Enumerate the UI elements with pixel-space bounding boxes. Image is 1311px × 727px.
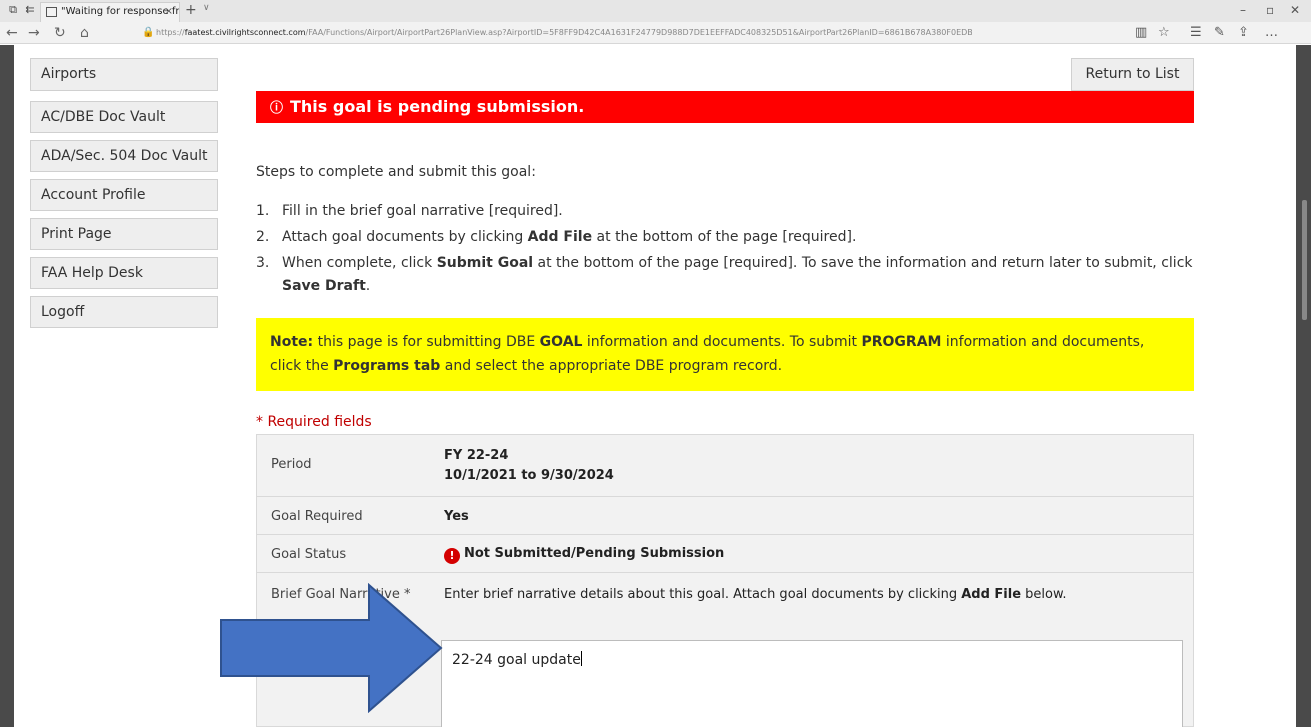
steps-list: 1. Fill in the brief goal narrative [req… [256,200,1196,301]
browser-tab-bar: ⧉ ⇇ "Waiting for response fr × + ∨ – ▫ ✕ [0,0,1311,22]
home-icon[interactable]: ⌂ [80,24,89,42]
goal-required-value: Yes [444,509,469,524]
narrative-help: Enter brief narrative details about this… [444,587,1067,602]
goal-required-row: Goal Required Yes [257,497,1193,535]
text-caret [580,651,582,666]
pointer-arrow-annotation [220,583,443,713]
sidebar-item-label: Print Page [41,226,112,242]
page-frame-left [0,45,14,727]
steps-intro: Steps to complete and submit this goal: [256,164,536,180]
goal-required-label: Goal Required [271,509,363,524]
note-emphasis: PROGRAM [861,334,942,350]
step-emphasis: Submit Goal [436,255,534,271]
forward-icon[interactable]: → [28,24,40,42]
new-tab-icon[interactable]: + [185,2,197,18]
step-text: . [365,278,371,294]
note-emphasis: Programs tab [333,358,441,374]
return-to-list-button[interactable]: Return to List [1071,58,1194,91]
refresh-icon[interactable]: ↻ [54,24,66,42]
scrollbar-thumb[interactable] [1302,200,1307,320]
step-item: 1. Fill in the brief goal narrative [req… [256,200,1196,223]
goal-narrative-textarea[interactable]: 22-24 goal update [441,640,1183,727]
narrative-help-text: Enter brief narrative details about this… [444,587,962,602]
step-item: 3. When complete, click Submit Goal at t… [256,252,1196,298]
page-icon [46,7,57,17]
banner-text: This goal is pending submission. [290,97,585,116]
step-number: 3. [256,255,270,271]
tab-actions-icon[interactable]: ⧉ [6,3,20,17]
sidebar-item-faa-help-desk[interactable]: FAA Help Desk [30,257,218,289]
note-text: information and documents. To submit [582,334,862,350]
browser-tab[interactable]: "Waiting for response fr × [40,2,180,22]
goal-status-row: Goal Status ! Not Submitted/Pending Submi… [257,535,1193,573]
share-icon[interactable]: ⇪ [1238,25,1249,41]
narrative-help-text: below. [1021,587,1067,602]
step-emphasis: Add File [527,229,593,245]
browser-nav-bar: ← → ↻ ⌂ 🔒 https://faatest.civilrightscon… [0,22,1311,44]
sidebar-item-ada-doc-vault[interactable]: ADA/Sec. 504 Doc Vault [30,140,218,172]
tab-close-icon[interactable]: × [165,3,173,21]
goal-status-value: ! Not Submitted/Pending Submission [444,546,724,564]
web-note-icon[interactable]: ✎ [1214,25,1225,41]
step-text: at the bottom of the page [required]. [592,229,857,245]
address-bar[interactable]: 🔒 https://faatest.civilrightsconnect.com… [142,25,972,41]
pending-submission-banner: ⓘ This goal is pending submission. [256,91,1194,123]
note-emphasis: GOAL [539,334,583,350]
tab-title: "Waiting for response fr [61,6,180,17]
sidebar-item-label: FAA Help Desk [41,265,143,281]
sidebar-item-label: AC/DBE Doc Vault [41,109,166,125]
alert-icon: ⓘ [270,101,284,116]
favorite-star-icon[interactable]: ☆ [1158,25,1170,41]
step-text: When complete, click [282,255,437,271]
period-dates: 10/1/2021 to 9/30/2024 [444,468,614,483]
back-icon[interactable]: ← [6,24,18,42]
narrative-help-emphasis: Add File [961,587,1022,602]
lock-icon: 🔒 [142,27,155,38]
maximize-icon[interactable]: ▫ [1266,3,1274,17]
chevron-down-icon[interactable]: ∨ [203,3,210,13]
scrollbar-track[interactable] [1296,45,1311,727]
narrative-text-value: 22-24 goal update [452,652,581,668]
address-path: /FAA/Functions/Airport/AirportPart26Plan… [305,28,973,37]
step-item: 2. Attach goal documents by clicking Add… [256,226,1196,249]
sidebar-item-label: Logoff [41,304,85,320]
step-text: Fill in the brief goal narrative [requir… [282,203,563,219]
step-text: Attach goal documents by clicking [282,229,528,245]
required-fields-label: * Required fields [256,414,372,430]
address-domain: faatest.civilrightsconnect.com [184,28,306,37]
period-fy: FY 22-24 [444,448,509,463]
note-box: Note: this page is for submitting DBE GO… [256,318,1194,391]
note-text: this page is for submitting DBE [313,334,540,350]
sidebar-item-ac-dbe-doc-vault[interactable]: AC/DBE Doc Vault [30,101,218,133]
step-number: 2. [256,229,270,245]
step-emphasis: Save Draft [282,278,366,294]
sidebar-item-print-page[interactable]: Print Page [30,218,218,250]
close-window-icon[interactable]: ✕ [1290,3,1300,17]
more-icon[interactable]: … [1265,25,1278,41]
step-number: 1. [256,203,270,219]
step-text: at the bottom of the page [required]. To… [533,255,1193,271]
sidebar-item-logoff[interactable]: Logoff [30,296,218,328]
sidebar-item-account-profile[interactable]: Account Profile [30,179,218,211]
favorites-hub-icon[interactable]: ☰ [1190,25,1202,41]
period-row: Period FY 22-24 10/1/2021 to 9/30/2024 [257,435,1193,497]
sidebar-item-airports[interactable]: Airports [30,58,218,91]
goal-status-text: Not Submitted/Pending Submission [464,546,725,561]
tab-set-aside-icon[interactable]: ⇇ [23,3,37,17]
note-label: Note: [270,334,314,350]
address-prefix: https:// [156,28,185,37]
sidebar-item-label: ADA/Sec. 504 Doc Vault [41,148,208,164]
sidebar-item-label: Account Profile [41,187,146,203]
minimize-icon[interactable]: – [1240,3,1246,17]
period-label: Period [271,457,312,472]
alert-icon: ! [444,548,460,564]
reading-view-icon[interactable]: ▥ [1135,25,1147,41]
note-text: and select the appropriate DBE program r… [440,358,783,374]
sidebar-item-label: Airports [41,66,97,82]
goal-status-label: Goal Status [271,547,347,562]
